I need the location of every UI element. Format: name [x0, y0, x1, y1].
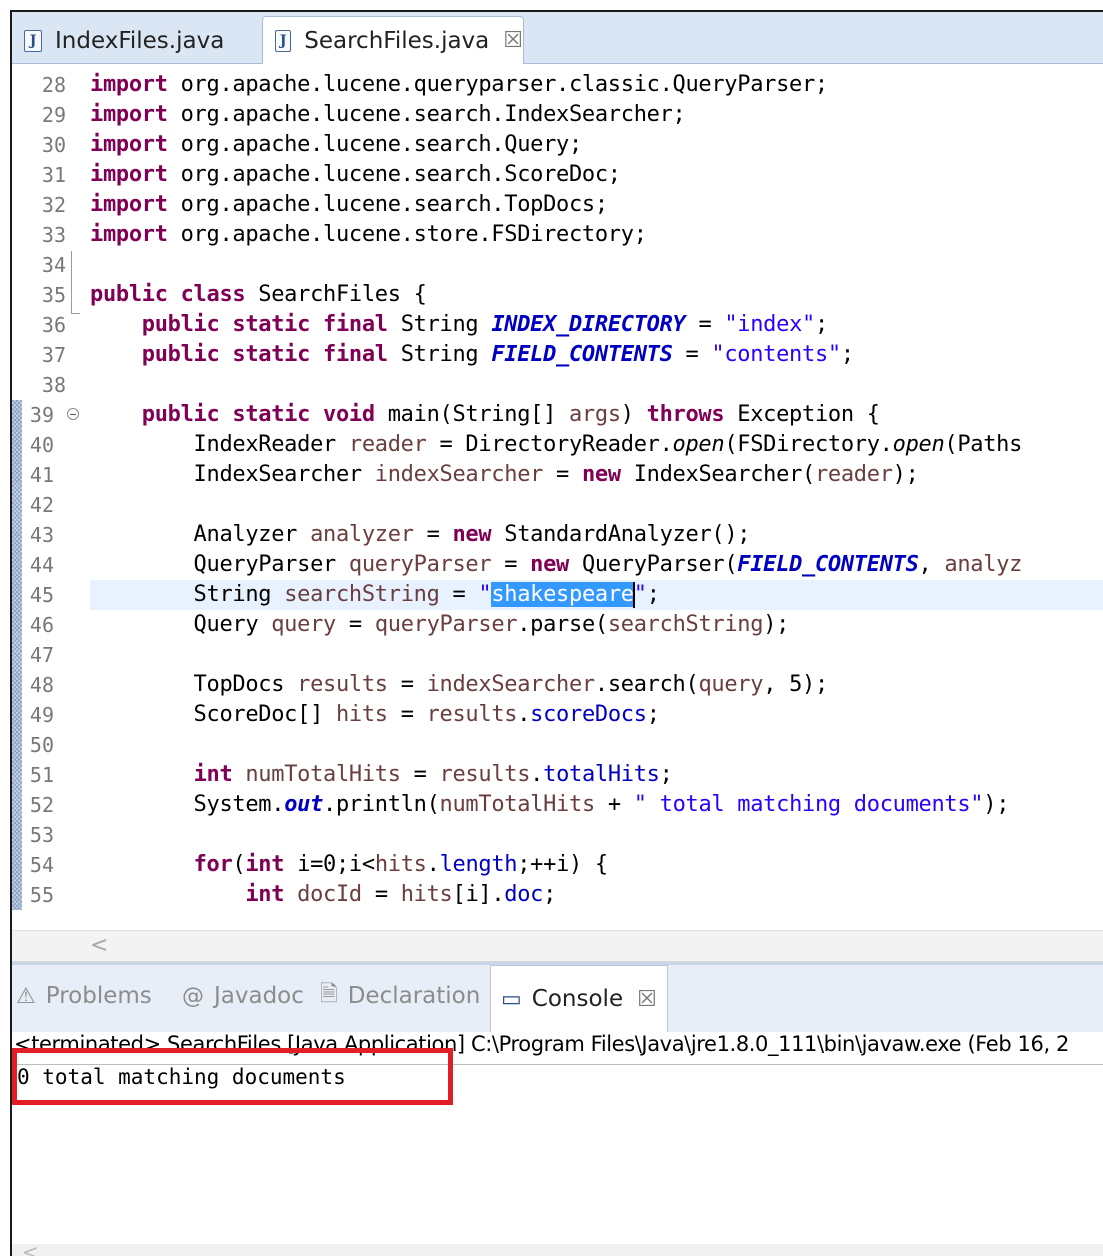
- editor-tab-bar: J IndexFiles.java J SearchFiles.java ☒: [12, 12, 1103, 64]
- tab-indexfiles-java[interactable]: J IndexFiles.java: [12, 17, 262, 64]
- scroll-left-icon[interactable]: <: [22, 1240, 39, 1256]
- code-line: 55 int docId = hits[i].doc;: [29, 882, 557, 907]
- code-line: 52 System.out.println(numTotalHits + " t…: [29, 792, 1010, 817]
- code-line: 40 IndexReader reader = DirectoryReader.…: [29, 432, 1023, 457]
- tab-javadoc[interactable]: @ Javadoc: [182, 965, 304, 1027]
- tab-label: IndexFiles.java: [55, 27, 225, 54]
- console-icon: ▭: [501, 986, 522, 1012]
- tab-declaration[interactable]: 🗎 Declaration: [320, 965, 480, 1027]
- code-line: 36 public static final String INDEX_DIRE…: [41, 312, 828, 337]
- tab-searchfiles-java[interactable]: J SearchFiles.java ☒: [262, 16, 524, 64]
- code-line: 37 public static final String FIELD_CONT…: [41, 342, 854, 367]
- code-line: 48 TopDocs results = indexSearcher.searc…: [29, 672, 828, 697]
- code-line: 53: [29, 823, 54, 847]
- highlight-box: [12, 1048, 453, 1105]
- code-line: 34: [41, 253, 66, 277]
- code-editor[interactable]: 28 import org.apache.lucene.queryparser.c…: [12, 65, 1103, 929]
- code-line: 49 ScoreDoc[] hits = results.scoreDocs;: [29, 702, 660, 727]
- java-file-icon: J: [24, 29, 42, 52]
- code-line-current: 45 String searchString = "shakespeare";: [29, 582, 660, 608]
- views-tab-bar: ⚠ Problems @ Javadoc 🗎 Declaration ▭ Console…: [12, 962, 1103, 1032]
- code-line: 50: [29, 733, 54, 757]
- problems-icon: ⚠: [16, 983, 36, 1009]
- code-line: 44 QueryParser queryParser = new QueryPa…: [29, 552, 1023, 577]
- editor-horizontal-scrollbar[interactable]: <: [12, 930, 1103, 962]
- console-horizontal-scrollbar[interactable]: <: [12, 1240, 1103, 1256]
- code-line: 42: [29, 493, 54, 517]
- code-line: 39 public static void main(String[] args…: [29, 402, 880, 427]
- tab-label: SearchFiles.java: [304, 27, 490, 54]
- collapse-icon[interactable]: [67, 408, 79, 420]
- code-line: 28 import org.apache.lucene.queryparser.c…: [41, 72, 828, 97]
- code-line: 54 for(int i=0;i<hits.length;++i) {: [29, 852, 608, 877]
- close-tab-icon[interactable]: ☒: [503, 28, 523, 53]
- code-line: 46 Query query = queryParser.parse(searc…: [29, 612, 790, 637]
- code-line: 30 import org.apache.lucene.search.Query;: [41, 132, 582, 157]
- declaration-icon: 🗎: [320, 982, 338, 1007]
- scroll-left-icon[interactable]: <: [90, 933, 108, 958]
- code-line: 43 Analyzer analyzer = new StandardAnaly…: [29, 522, 751, 547]
- java-file-icon: J: [275, 29, 292, 52]
- code-line: 41 IndexSearcher indexSearcher = new Ind…: [29, 462, 919, 487]
- code-line: 51 int numTotalHits = results.totalHits;: [29, 762, 673, 787]
- code-line: 31 import org.apache.lucene.search.ScoreD…: [41, 162, 621, 187]
- code-line: 35 public class SearchFiles {: [41, 282, 427, 307]
- eclipse-window: J IndexFiles.java J SearchFiles.java ☒ 2…: [10, 10, 1103, 1256]
- code-line: 29 import org.apache.lucene.search.IndexS…: [41, 102, 686, 127]
- selected-text: shakespeare: [491, 582, 634, 607]
- tab-console[interactable]: ▭ Console ☒: [490, 965, 668, 1032]
- code-line: 32 import org.apache.lucene.search.TopDoc…: [41, 192, 608, 217]
- javadoc-icon: @: [182, 983, 204, 1009]
- close-console-icon[interactable]: ☒: [637, 987, 657, 1012]
- code-line: 33 import org.apache.lucene.store.FSDirec…: [41, 222, 647, 247]
- code-line: 38: [41, 373, 66, 397]
- code-line: 47: [29, 643, 54, 667]
- tab-problems[interactable]: ⚠ Problems: [16, 965, 152, 1027]
